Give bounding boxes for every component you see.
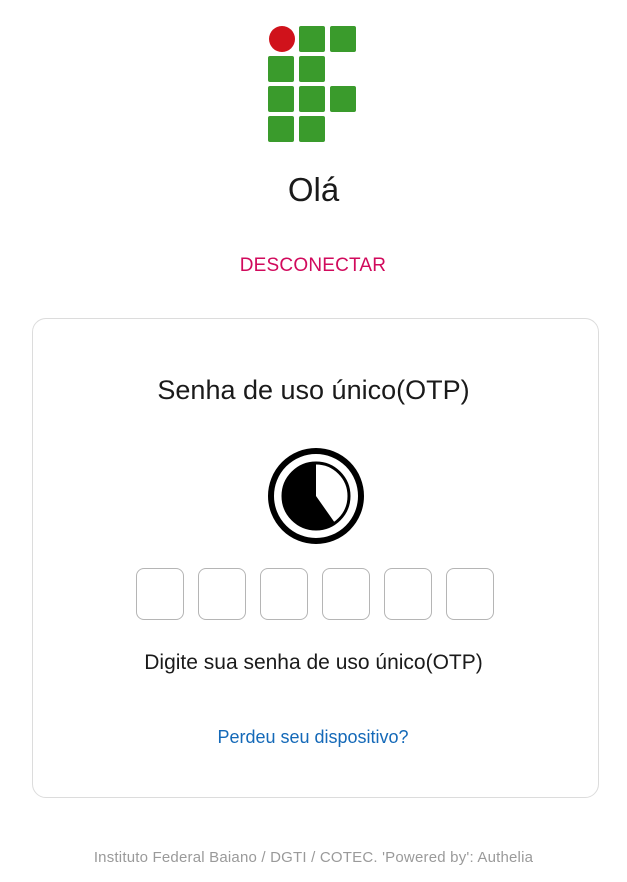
otp-input-group [136, 568, 496, 622]
otp-card-title: Senha de uso único(OTP) [157, 375, 470, 405]
lost-device-link[interactable]: Perdeu seu dispositivo? [163, 724, 463, 750]
logout-button[interactable]: DESCONECTAR [213, 254, 413, 278]
countdown-timer-icon [268, 448, 364, 544]
otp-digit-input-5[interactable] [384, 568, 432, 620]
otp-hint-text: Digite sua senha de uso único(OTP) [144, 651, 483, 674]
otp-digit-input-4[interactable] [322, 568, 370, 620]
otp-digit-input-6[interactable] [446, 568, 494, 620]
ifbaiano-logo-icon [268, 26, 356, 142]
otp-digit-input-1[interactable] [136, 568, 184, 620]
greeting-title: Olá [287, 171, 340, 208]
footer-text: Instituto Federal Baiano / DGTI / COTEC.… [93, 849, 534, 866]
otp-digit-input-2[interactable] [198, 568, 246, 620]
otp-digit-input-3[interactable] [260, 568, 308, 620]
